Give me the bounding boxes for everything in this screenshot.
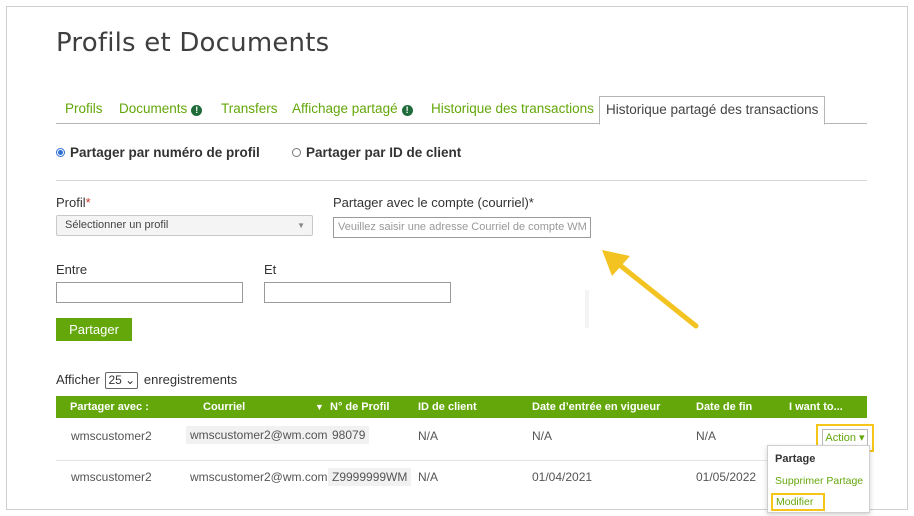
sort-desc-icon[interactable]: ▼ [315,396,324,418]
et-label: Et [264,262,277,277]
cell-partager-avec: wmscustomer2 [71,429,152,443]
radio-unchecked-icon [292,148,301,157]
col-id-client[interactable]: ID de client [418,396,477,418]
radio-share-by-client-id[interactable]: Partager par ID de client [292,145,461,160]
col-courriel[interactable]: Courriel [203,396,245,418]
cell-date-fin: N/A [696,429,717,443]
tab-affichage-partage[interactable]: Affichage partagé! [292,96,413,124]
date-from-input[interactable] [56,282,243,303]
tab-documents[interactable]: Documents! [119,96,203,124]
page-size-control: Afficher 25 ⌄ enregistrements [56,372,237,389]
dropdown-header: Partage [775,453,816,465]
row-divider [56,460,867,461]
cell-date-debut: N/A [532,429,553,443]
email-label: Partager avec le compte (courriel)* [333,195,534,210]
chevron-down-icon: ▼ [297,221,305,230]
col-date-debut[interactable]: Date d’entrée en vigueur [532,396,660,418]
info-icon: ! [191,105,203,116]
profil-select[interactable]: Sélectionner un profil ▼ [56,215,313,236]
cell-profil: Z9999999WM [328,468,412,486]
entre-label: Entre [56,262,88,277]
tab-historique-partage[interactable]: Historique partagé des transactions [599,96,826,125]
section-divider [56,180,867,181]
tab-bar: Profils Documents! Transfers Affichage p… [56,96,867,125]
cell-profil: 98079 [328,426,370,444]
chevron-down-icon: ⌄ [125,373,136,387]
cell-partager-avec: wmscustomer2 [71,470,152,484]
tab-label: Documents [119,101,188,116]
radio-checked-icon [56,148,65,157]
profil-select-value: Sélectionner un profil [65,219,169,231]
cell-date-fin: 01/05/2022 [696,470,757,484]
partager-button[interactable]: Partager [56,318,132,341]
cell-courriel: wmscustomer2@wm.com [190,470,328,484]
radio-share-by-profile[interactable]: Partager par numéro de profil [56,145,260,160]
page-title: Profils et Documents [56,28,330,58]
menu-item-modifier[interactable]: Modifier [771,493,826,511]
col-i-want-to: I want to... [789,401,843,413]
tab-label: Affichage partagé [292,101,398,116]
radio-label: Partager par numéro de profil [70,145,260,160]
col-partager-avec[interactable]: Partager avec : [70,396,149,418]
divider [585,290,589,328]
tab-label: Profils [65,101,103,116]
table-header: Partager avec : Courriel ▼ N° de Profil … [56,396,867,418]
info-icon: ! [401,105,413,116]
page-size-select[interactable]: 25 ⌄ [105,372,139,389]
cell-client-id: N/A [418,429,439,443]
afficher-label: Afficher [56,372,100,387]
enregistrements-label: enregistrements [143,372,238,387]
cell-date-debut: 01/04/2021 [532,470,593,484]
radio-label: Partager par ID de client [306,145,462,160]
tab-transfers[interactable]: Transfers [221,96,278,124]
cell-courriel: wmscustomer2@wm.com [186,426,332,444]
action-dropdown-menu: Partage Supprimer Partage Modifier [767,445,870,513]
col-date-fin[interactable]: Date de fin [696,396,752,418]
email-input[interactable]: Veuillez saisir une adresse Courriel de … [333,217,591,238]
arrow-annotation-icon [602,250,699,329]
date-to-input[interactable] [264,282,451,303]
col-numero-profil[interactable]: N° de Profil [330,396,389,418]
tab-label: Historique des transactions [431,101,594,116]
cell-client-id: N/A [418,470,439,484]
profil-label: Profil* [56,195,91,210]
tab-label: Historique partagé des transactions [606,102,819,117]
tab-historique-transactions[interactable]: Historique des transactions [431,96,594,124]
tab-label: Transfers [221,101,278,116]
menu-item-supprimer-partage[interactable]: Supprimer Partage [775,475,863,487]
tab-profils[interactable]: Profils [65,96,103,124]
